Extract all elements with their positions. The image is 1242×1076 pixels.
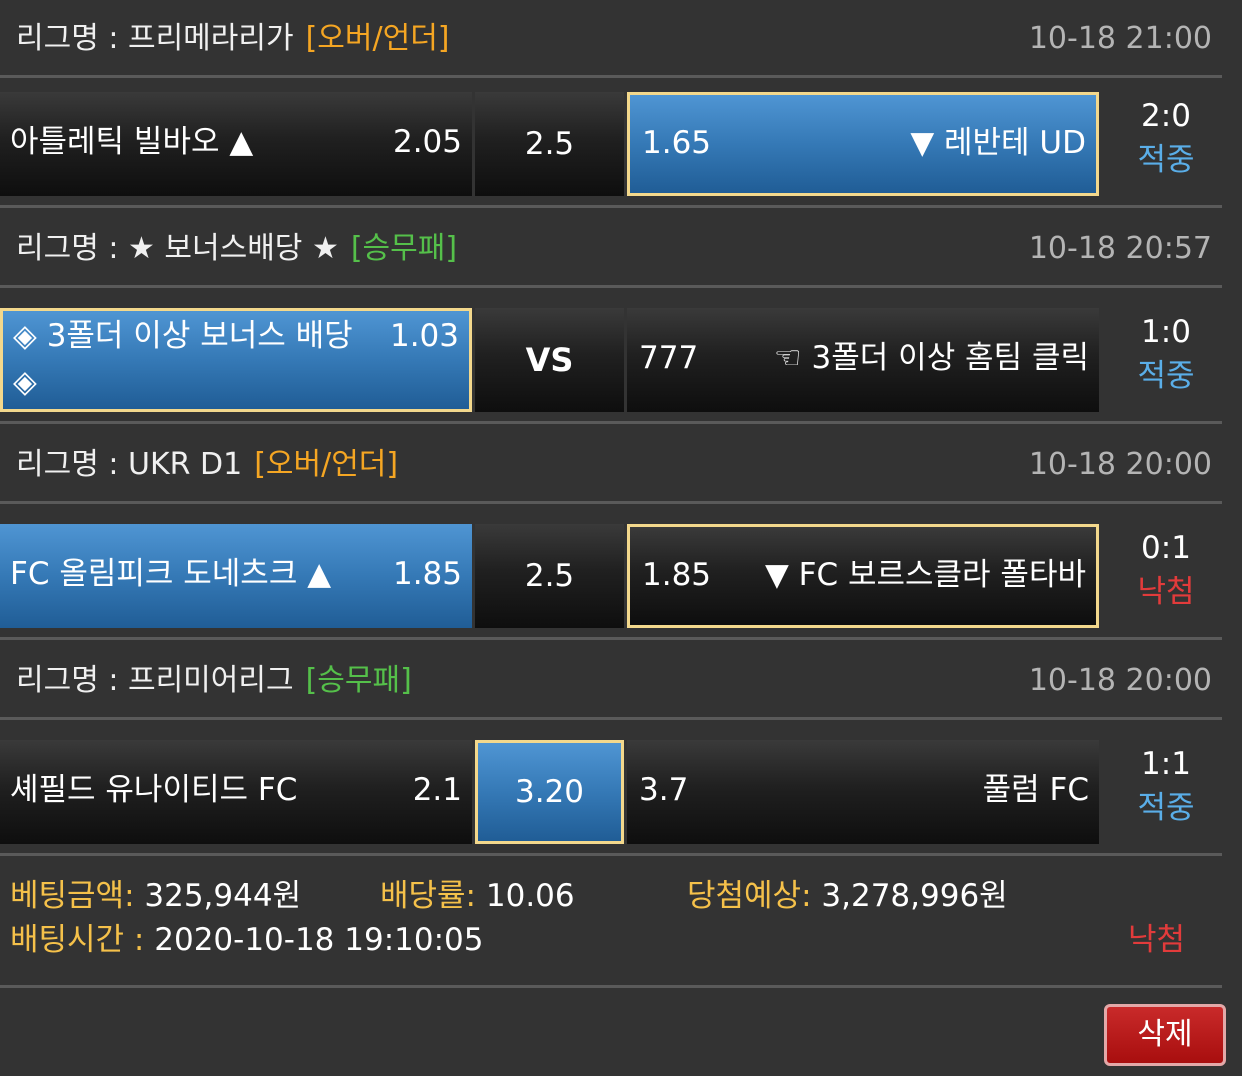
- match-score: 0:1: [1141, 530, 1191, 566]
- away-team: ☜ 3폴더 이상 홈팀 클릭: [773, 340, 1089, 376]
- match-row: 셰필드 유나이티드 FC 2.1 3.20 3.7 풀럼 FC 1:1 적중: [0, 726, 1242, 856]
- away-team: 풀럼 FC: [982, 772, 1089, 808]
- match-result: 2:0 적중: [1100, 92, 1232, 196]
- vs-cell: VS: [475, 308, 624, 412]
- home-odds: 1.85: [392, 556, 462, 592]
- total-odds: 배당률: 10.06: [380, 870, 575, 915]
- match-datetime: 10-18 20:00: [1028, 663, 1212, 698]
- home-odds-cell[interactable]: FC 올림피크 도네츠크 ▲ 1.85: [0, 524, 472, 628]
- league-label: 리그명 : 프리미어리그: [16, 663, 294, 698]
- league-header: 리그명 : UKR D1 [오버/언더] 10-18 20:00: [0, 426, 1222, 504]
- away-team: ▼ FC 보르스클라 폴타바: [764, 557, 1086, 593]
- home-odds: 1.03: [389, 318, 459, 354]
- draw-odds-cell[interactable]: 3.20: [475, 740, 624, 844]
- home-odds-cell[interactable]: 셰필드 유나이티드 FC 2.1: [0, 740, 472, 844]
- league-header: 리그명 : 프리메라리가 [오버/언더] 10-18 21:00: [0, 0, 1222, 78]
- slip-result: 낙첨: [1128, 922, 1186, 958]
- away-odds: 777: [639, 340, 699, 376]
- away-odds-cell[interactable]: 3.7 풀럼 FC: [627, 740, 1099, 844]
- league-name: 리그명 : UKR D1 [오버/언더]: [16, 426, 398, 504]
- result-status: 적중: [1137, 358, 1195, 394]
- match-datetime: 10-18 21:00: [1028, 21, 1212, 56]
- league-label: 리그명 : 프리메라리가: [16, 21, 294, 56]
- away-odds-cell[interactable]: 1.85 ▼ FC 보르스클라 폴타바: [627, 524, 1099, 628]
- league-label: 리그명 : ★ 보너스배당 ★: [16, 231, 339, 266]
- match-score: 2:0: [1141, 98, 1191, 134]
- match-datetime: 10-18 20:00: [1028, 447, 1212, 482]
- bet-summary: 베팅금액: 325,944원 배당률: 10.06 당첨예상: 3,278,99…: [0, 866, 1222, 988]
- bet-amount-value: 325,944원: [144, 878, 302, 914]
- away-odds-cell[interactable]: 1.65 ▼ 레반테 UD: [627, 92, 1099, 196]
- result-status: 적중: [1137, 790, 1195, 826]
- bet-type: [승무패]: [305, 663, 412, 698]
- home-team: FC 올림피크 도네츠크 ▲: [10, 556, 332, 592]
- bet-type: [오버/언더]: [305, 21, 450, 56]
- match-result: 1:0 적중: [1100, 308, 1232, 412]
- away-team: ▼ 레반테 UD: [910, 125, 1086, 161]
- bet-type: [승무패]: [350, 231, 458, 266]
- bet-time-value: 2020-10-18 19:10:05: [154, 922, 484, 958]
- home-team: ◈ 3폴더 이상 보너스 배당 ◈: [13, 318, 353, 400]
- match-result: 1:1 적중: [1100, 740, 1232, 844]
- expected-win-label: 당첨예상:: [687, 878, 812, 914]
- bet-amount: 베팅금액: 325,944원: [10, 870, 301, 915]
- match-row: 아틀레틱 빌바오 ▲ 2.05 2.5 1.65 ▼ 레반테 UD 2:0 적중: [0, 78, 1242, 208]
- home-team: 셰필드 유나이티드 FC: [10, 772, 298, 808]
- total-odds-label: 배당률:: [380, 878, 477, 914]
- away-odds-cell[interactable]: 777 ☜ 3폴더 이상 홈팀 클릭: [627, 308, 1099, 412]
- middle-cell[interactable]: 2.5: [475, 92, 624, 196]
- league-label: 리그명 : UKR D1: [16, 447, 243, 482]
- match-score: 1:0: [1141, 314, 1191, 350]
- middle-cell[interactable]: 2.5: [475, 524, 624, 628]
- match-datetime: 10-18 20:57: [1028, 231, 1212, 266]
- league-header: 리그명 : 프리미어리그 [승무패] 10-18 20:00: [0, 642, 1222, 720]
- bet-amount-label: 베팅금액:: [10, 878, 135, 914]
- result-status: 적중: [1137, 142, 1195, 178]
- bet-time: 배팅시간 : 2020-10-18 19:10:05: [10, 914, 484, 959]
- league-name: 리그명 : 프리메라리가 [오버/언더]: [16, 0, 450, 78]
- away-odds: 1.65: [642, 125, 712, 161]
- home-team: 아틀레틱 빌바오 ▲: [10, 124, 254, 160]
- league-name: 리그명 : ★ 보너스배당 ★ [승무패]: [16, 210, 457, 288]
- match-row: FC 올림피크 도네츠크 ▲ 1.85 2.5 1.85 ▼ FC 보르스클라 …: [0, 510, 1242, 640]
- match-row: ◈ 3폴더 이상 보너스 배당 ◈ 1.03 VS 777 ☜ 3폴더 이상 홈…: [0, 294, 1242, 424]
- total-odds-value: 10.06: [485, 878, 575, 914]
- league-header: 리그명 : ★ 보너스배당 ★ [승무패] 10-18 20:57: [0, 210, 1222, 288]
- match-score: 1:1: [1141, 746, 1191, 782]
- away-odds: 3.7: [639, 772, 689, 808]
- match-result: 0:1 낙첨: [1100, 524, 1232, 628]
- home-odds-cell[interactable]: 아틀레틱 빌바오 ▲ 2.05: [0, 92, 472, 196]
- away-odds: 1.85: [642, 557, 712, 593]
- bet-type: [오버/언더]: [254, 447, 399, 482]
- bet-time-label: 배팅시간 :: [10, 922, 145, 958]
- league-name: 리그명 : 프리미어리그 [승무패]: [16, 642, 412, 720]
- expected-win-value: 3,278,996원: [821, 878, 1008, 914]
- home-odds: 2.1: [412, 772, 462, 808]
- result-status: 낙첨: [1137, 574, 1195, 610]
- home-odds: 2.05: [392, 124, 462, 160]
- expected-win: 당첨예상: 3,278,996원: [687, 870, 1008, 915]
- home-odds-cell[interactable]: ◈ 3폴더 이상 보너스 배당 ◈ 1.03: [0, 308, 472, 412]
- delete-button[interactable]: 삭제: [1104, 1004, 1226, 1066]
